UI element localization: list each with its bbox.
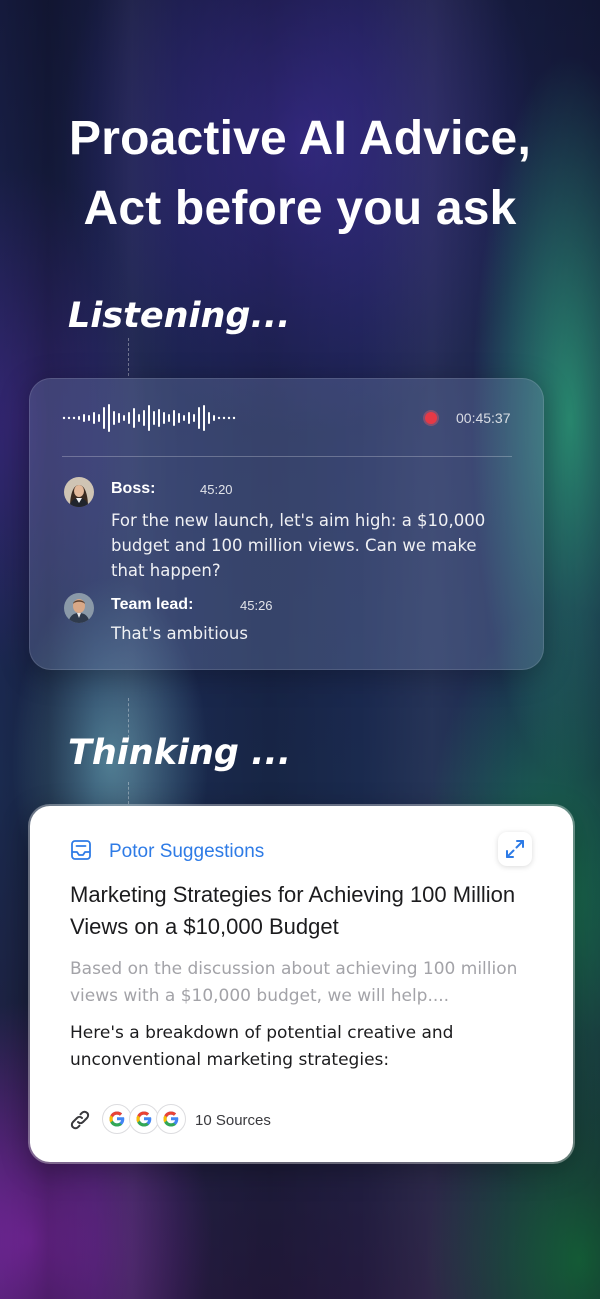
headline-line-2: Act before you ask [83,182,517,235]
audio-waveform-icon [62,404,236,432]
source-logos[interactable] [102,1104,192,1136]
dashed-connector [128,338,129,376]
listening-label: Listening... [68,296,291,336]
female-avatar [64,477,94,507]
suggestion-summary: Based on the discussion about achieving … [70,959,518,1006]
suggestion-source-label: Potor Suggestions [109,841,265,862]
message-text: That's ambitious [111,624,248,643]
sources-count[interactable]: 10 Sources [195,1112,271,1129]
message-time: 45:20 [200,482,233,497]
chat-message-team-lead: Team lead: 45:26 That's ambitious [64,593,504,653]
inbox-icon [71,840,91,860]
dashed-connector [128,698,129,738]
sender-name: Boss: [111,480,156,497]
message-time: 45:26 [240,598,273,613]
suggestion-card[interactable]: Potor Suggestions Marketing Strategies f… [30,806,573,1162]
headline: Proactive AI Advice, Act before you ask [0,104,600,244]
message-text: For the new launch, let's aim high: a $1… [111,511,486,580]
expand-button[interactable] [498,832,532,866]
dashed-connector [128,782,129,804]
suggestion-title: Marketing Strategies for Achieving 100 M… [70,882,516,939]
thinking-label: Thinking ... [68,733,292,773]
suggestion-body: Here's a breakdown of potential creative… [70,1023,454,1070]
recording-indicator-icon [425,412,437,424]
male-avatar [64,593,94,623]
listening-card: 00:45:37 Boss: 45:20 For the new launch,… [29,378,544,670]
google-icon [102,1104,132,1134]
divider [62,456,512,457]
sender-name: Team lead: [111,596,194,613]
headline-line-1: Proactive AI Advice, [69,112,531,165]
link-icon [70,1110,90,1130]
expand-icon [506,840,524,858]
recording-time: 00:45:37 [456,410,511,426]
chat-message-boss: Boss: 45:20 For the new launch, let's ai… [64,477,504,587]
google-icon [129,1104,159,1134]
google-icon [156,1104,186,1134]
